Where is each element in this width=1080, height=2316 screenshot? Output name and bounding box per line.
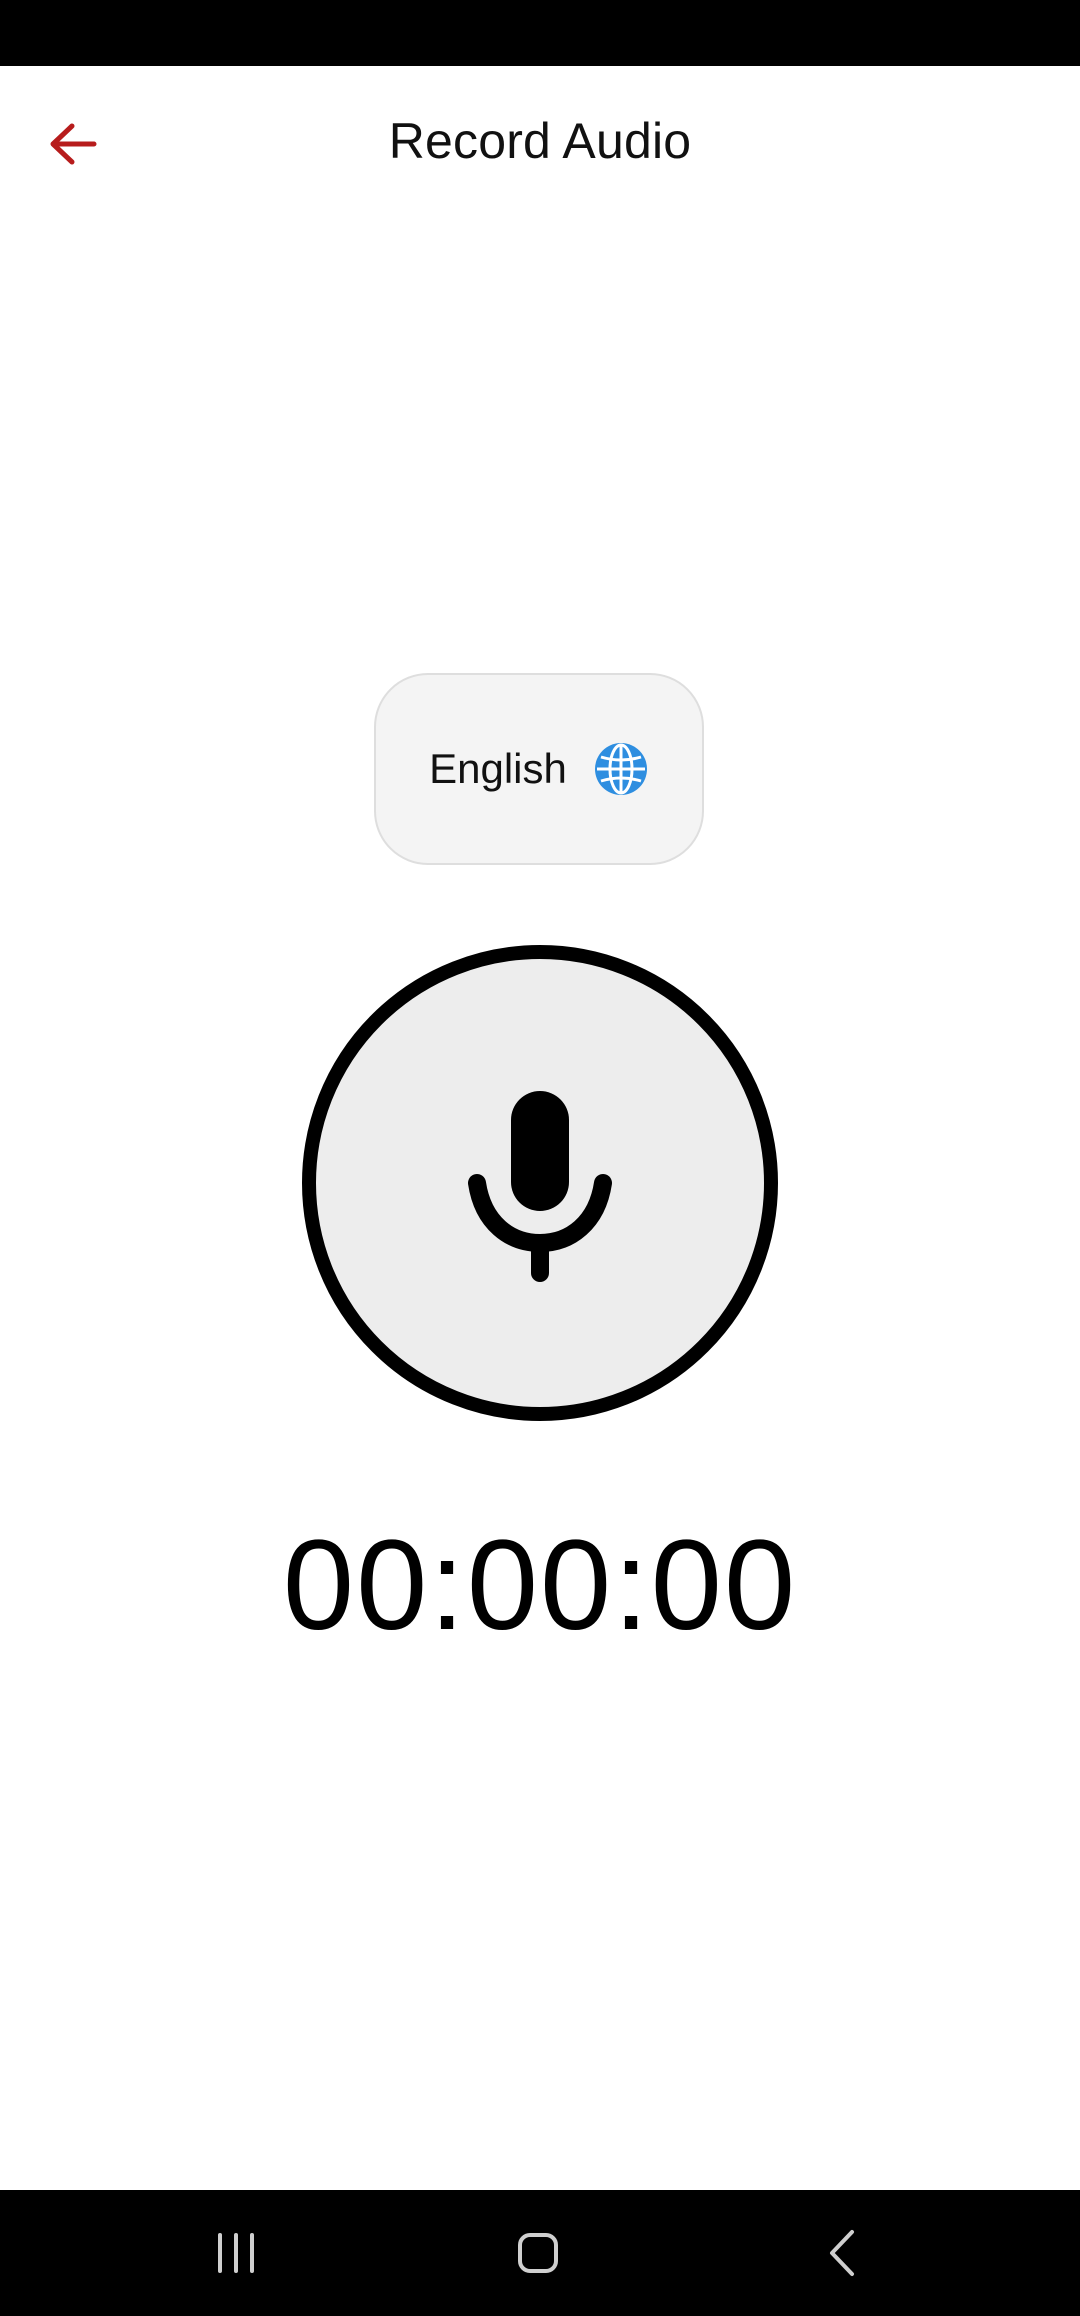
microphone-icon — [468, 1091, 612, 1282]
status-bar — [0, 0, 1080, 66]
recording-timer: 00:00:00 — [282, 1513, 798, 1657]
system-navigation-bar — [0, 2190, 1080, 2316]
page-title: Record Audio — [388, 113, 692, 169]
record-button[interactable] — [302, 945, 778, 1421]
back-button[interactable] — [34, 105, 112, 183]
recents-button[interactable] — [156, 2190, 316, 2316]
home-icon — [518, 2233, 558, 2273]
nav-back-icon — [830, 2230, 854, 2276]
recents-icon — [218, 2233, 254, 2273]
app-bar: Record Audio — [0, 66, 1080, 216]
language-selector[interactable]: English — [374, 673, 704, 865]
nav-back-button[interactable] — [762, 2190, 922, 2316]
globe-icon — [594, 743, 647, 795]
arrow-left-icon — [50, 123, 97, 165]
home-button[interactable] — [458, 2190, 618, 2316]
language-label: English — [429, 745, 567, 792]
